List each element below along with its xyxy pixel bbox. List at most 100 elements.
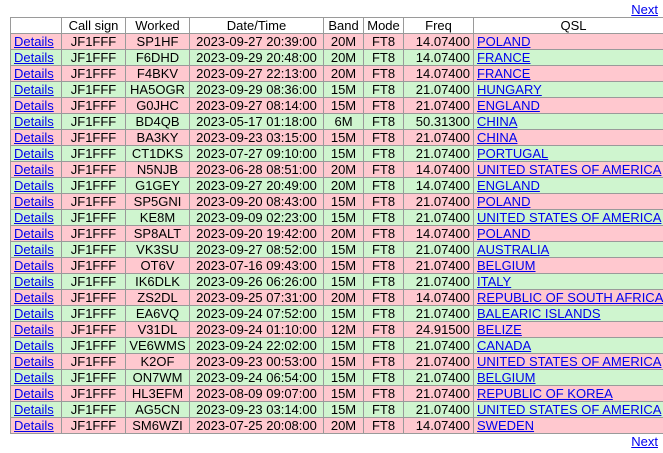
worked-cell: G0JHC	[125, 97, 190, 114]
qsl-link[interactable]: PORTUGAL	[477, 147, 548, 161]
col-header-call-sign: Call sign	[61, 17, 126, 34]
details-link[interactable]: Details	[14, 307, 54, 321]
freq-cell: 21.07400	[403, 385, 474, 402]
details-link[interactable]: Details	[14, 115, 54, 129]
next-link-bottom[interactable]: Next	[631, 434, 658, 449]
qsl-link[interactable]: FRANCE	[477, 51, 530, 65]
freq-cell: 14.07400	[403, 289, 474, 306]
qsl-link[interactable]: ENGLAND	[477, 99, 540, 113]
worked-cell: SP8ALT	[125, 225, 190, 242]
qsl-link[interactable]: BALEARIC ISLANDS	[477, 307, 601, 321]
mode-cell: FT8	[363, 385, 404, 402]
mode-cell: FT8	[363, 33, 404, 50]
freq-cell: 50.31300	[403, 113, 474, 130]
qsl-link[interactable]: CANADA	[477, 339, 531, 353]
qsl-link[interactable]: REPUBLIC OF KOREA	[477, 387, 613, 401]
details-link[interactable]: Details	[14, 147, 54, 161]
mode-cell: FT8	[363, 193, 404, 210]
details-link[interactable]: Details	[14, 387, 54, 401]
table-row: Details JF1FFF G1GEY 2023-09-27 20:49:00 20M…	[10, 177, 663, 194]
details-link[interactable]: Details	[14, 371, 54, 385]
call-sign-cell: JF1FFF	[61, 65, 126, 82]
datetime-cell: 2023-09-27 20:49:00	[189, 177, 324, 194]
details-link[interactable]: Details	[14, 339, 54, 353]
qsl-link[interactable]: UNITED STATES OF AMERICA	[477, 355, 661, 369]
details-cell: Details	[10, 241, 62, 258]
qsl-link[interactable]: BELIZE	[477, 323, 522, 337]
details-link[interactable]: Details	[14, 179, 54, 193]
details-link[interactable]: Details	[14, 211, 54, 225]
details-link[interactable]: Details	[14, 355, 54, 369]
table-row: Details JF1FFF OT6V 2023-07-16 09:43:00 15M F…	[10, 257, 663, 274]
qsl-cell: BELGIUM	[473, 257, 663, 274]
table-header-row: Call sign Worked Date/Time Band Mode Fre…	[10, 17, 663, 34]
details-link[interactable]: Details	[14, 51, 54, 65]
call-sign-cell: JF1FFF	[61, 337, 126, 354]
call-sign-cell: JF1FFF	[61, 81, 126, 98]
mode-cell: FT8	[363, 417, 404, 434]
qsl-link[interactable]: SWEDEN	[477, 419, 534, 433]
qsl-link[interactable]: UNITED STATES OF AMERICA	[477, 211, 661, 225]
details-link[interactable]: Details	[14, 131, 54, 145]
details-link[interactable]: Details	[14, 323, 54, 337]
table-row: Details JF1FFF AG5CN 2023-09-23 03:14:00 15M…	[10, 401, 663, 418]
qsl-link[interactable]: AUSTRALIA	[477, 243, 549, 257]
details-cell: Details	[10, 161, 62, 178]
qsl-link[interactable]: POLAND	[477, 227, 530, 241]
details-link[interactable]: Details	[14, 99, 54, 113]
table-row: Details JF1FFF VK3SU 2023-09-27 08:52:00 15M…	[10, 241, 663, 258]
details-link[interactable]: Details	[14, 403, 54, 417]
qsl-link[interactable]: HUNGARY	[477, 83, 542, 97]
details-link[interactable]: Details	[14, 195, 54, 209]
details-link[interactable]: Details	[14, 35, 54, 49]
worked-cell: VK3SU	[125, 241, 190, 258]
details-link[interactable]: Details	[14, 67, 54, 81]
qsl-link[interactable]: REPUBLIC OF SOUTH AFRICA	[477, 291, 663, 305]
datetime-cell: 2023-09-24 06:54:00	[189, 369, 324, 386]
mode-cell: FT8	[363, 177, 404, 194]
worked-cell: SP1HF	[125, 33, 190, 50]
mode-cell: FT8	[363, 257, 404, 274]
qsl-link[interactable]: BELGIUM	[477, 371, 536, 385]
details-link[interactable]: Details	[14, 227, 54, 241]
qsl-link[interactable]: BELGIUM	[477, 259, 536, 273]
band-cell: 15M	[323, 129, 364, 146]
mode-cell: FT8	[363, 97, 404, 114]
col-header-mode: Mode	[363, 17, 404, 34]
call-sign-cell: JF1FFF	[61, 193, 126, 210]
qsl-link[interactable]: FRANCE	[477, 67, 530, 81]
details-link[interactable]: Details	[14, 259, 54, 273]
details-link[interactable]: Details	[14, 83, 54, 97]
worked-cell: BA3KY	[125, 129, 190, 146]
qsl-link[interactable]: ENGLAND	[477, 179, 540, 193]
qsl-link[interactable]: CHINA	[477, 115, 517, 129]
mode-cell: FT8	[363, 145, 404, 162]
next-link-top[interactable]: Next	[631, 2, 658, 17]
qsl-cell: REPUBLIC OF KOREA	[473, 385, 663, 402]
qsl-link[interactable]: UNITED STATES OF AMERICA	[477, 163, 661, 177]
freq-cell: 14.07400	[403, 417, 474, 434]
call-sign-cell: JF1FFF	[61, 241, 126, 258]
freq-cell: 14.07400	[403, 33, 474, 50]
table-row: Details JF1FFF KE8M 2023-09-09 02:23:00 15M F…	[10, 209, 663, 226]
qsl-link[interactable]: POLAND	[477, 195, 530, 209]
details-cell: Details	[10, 257, 62, 274]
qsl-link[interactable]: ITALY	[477, 275, 511, 289]
call-sign-cell: JF1FFF	[61, 49, 126, 66]
table-row: Details JF1FFF F4BKV 2023-09-27 22:13:00 20M…	[10, 65, 663, 82]
freq-cell: 14.07400	[403, 177, 474, 194]
details-link[interactable]: Details	[14, 291, 54, 305]
qsl-cell: UNITED STATES OF AMERICA	[473, 401, 663, 418]
freq-cell: 21.07400	[403, 241, 474, 258]
datetime-cell: 2023-09-09 02:23:00	[189, 209, 324, 226]
qsl-link[interactable]: UNITED STATES OF AMERICA	[477, 403, 661, 417]
details-link[interactable]: Details	[14, 419, 54, 433]
details-link[interactable]: Details	[14, 163, 54, 177]
qsl-cell: CHINA	[473, 113, 663, 130]
details-link[interactable]: Details	[14, 243, 54, 257]
details-link[interactable]: Details	[14, 275, 54, 289]
call-sign-cell: JF1FFF	[61, 401, 126, 418]
datetime-cell: 2023-09-29 20:48:00	[189, 49, 324, 66]
qsl-link[interactable]: POLAND	[477, 35, 530, 49]
qsl-link[interactable]: CHINA	[477, 131, 517, 145]
